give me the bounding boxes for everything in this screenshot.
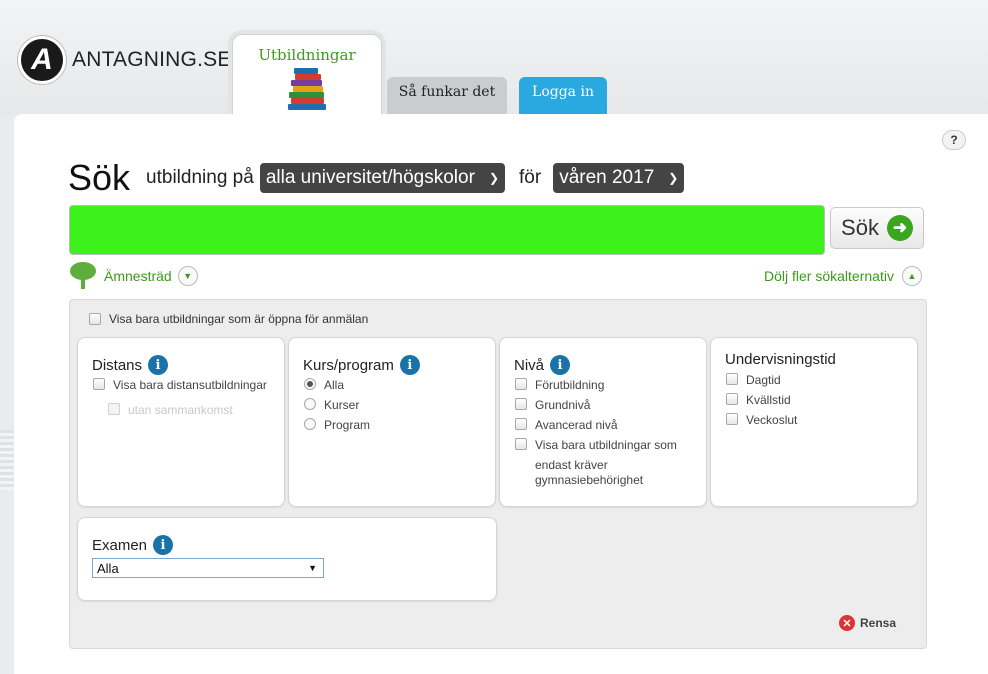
hide-options-label: Dölj fler sökalternativ (764, 268, 894, 284)
hide-options-link[interactable]: Dölj fler sökalternativ ▲ (764, 266, 922, 286)
info-icon[interactable]: i (399, 355, 420, 375)
radio[interactable] (304, 398, 316, 410)
arrow-right-icon: ➜ (886, 215, 913, 241)
subject-tree-link[interactable]: Ämnesträd ▼ (68, 262, 198, 290)
option-forutbildning[interactable]: Förutbildning (515, 378, 604, 393)
examen-select-value: Alla (97, 560, 119, 576)
option-label: Dagtid (746, 373, 781, 387)
card-niva-title-text: Nivå (514, 356, 545, 374)
option-label: Visa bara distansutbildningar (113, 378, 267, 392)
radio-alla[interactable]: Alla (304, 378, 344, 393)
card-examen-title: Examen i (92, 535, 174, 555)
reset-label: Rensa (860, 616, 897, 630)
card-undervisningstid-title: Undervisningstid (725, 351, 836, 368)
option-gymnasiebehorighet[interactable]: Visa bara utbildningar som (515, 438, 677, 453)
subject-tree-label: Ämnesträd (104, 268, 172, 284)
open-only-checkbox[interactable] (89, 313, 101, 325)
option-label: Kurser (324, 398, 360, 412)
radio-program[interactable]: Program (304, 418, 370, 433)
tab-utbildningar-label: Utbildningar (258, 46, 356, 64)
tab-sa-funkar-det[interactable]: Så funkar det (387, 77, 507, 115)
card-distans-title-text: Distans (92, 356, 143, 374)
tree-icon (68, 262, 98, 290)
card-distans: Distans i Visa bara distansutbildningar … (77, 337, 285, 507)
checkbox[interactable] (515, 418, 527, 430)
option-label-line3: gymnasiebehörighet (535, 473, 644, 487)
search-middle-text: för (519, 167, 542, 188)
help-icon[interactable]: ? (942, 130, 966, 150)
books-icon (282, 68, 332, 112)
card-niva: Nivå i Förutbildning Grundnivå Avancerad… (499, 337, 707, 507)
expand-down-icon: ▼ (177, 266, 198, 286)
option-label: Alla (324, 378, 345, 392)
card-kurs-program-title: Kurs/program i (303, 355, 420, 375)
option-label: Förutbildning (535, 378, 605, 392)
term-select[interactable]: våren 2017 ❯ (553, 163, 685, 193)
info-icon[interactable]: i (153, 535, 174, 555)
tab-utbildningar[interactable]: Utbildningar (232, 34, 382, 116)
option-utan-sammankomst: utan sammankomst (108, 403, 233, 418)
checkbox[interactable] (93, 378, 105, 390)
logo-text: ANTAGNING.SE (72, 48, 232, 71)
reset-button[interactable]: ✕ Rensa (839, 615, 896, 631)
search-button[interactable]: Sök ➜ (830, 207, 924, 249)
chevron-down-icon: ❯ (668, 171, 679, 185)
checkbox[interactable] (726, 373, 738, 385)
page-title: Sök (68, 157, 131, 198)
option-avancerad-niva[interactable]: Avancerad nivå (515, 418, 618, 433)
radio-kurser[interactable]: Kurser (304, 398, 359, 413)
radio[interactable] (304, 378, 316, 390)
dropdown-arrow-icon: ▼ (308, 563, 317, 573)
info-icon[interactable]: i (550, 355, 571, 375)
open-only-option[interactable]: Visa bara utbildningar som är öppna för … (89, 312, 368, 326)
search-prefix-text: utbildning på (146, 167, 254, 188)
card-examen-title-text: Examen (92, 536, 148, 554)
checkbox[interactable] (726, 393, 738, 405)
option-grundniva[interactable]: Grundnivå (515, 398, 590, 413)
option-kvallstid[interactable]: Kvällstid (726, 393, 791, 408)
search-heading-row: Sök utbildning på alla universitet/högsk… (68, 157, 685, 198)
logo-badge: A (18, 36, 66, 84)
chevron-down-icon: ❯ (488, 171, 499, 185)
open-only-label: Visa bara utbildningar som är öppna för … (109, 312, 369, 326)
option-label: Grundnivå (535, 398, 591, 412)
school-select[interactable]: alla universitet/högskolor ❯ (259, 163, 505, 193)
collapse-up-icon: ▲ (901, 266, 922, 286)
radio[interactable] (304, 418, 316, 430)
term-select-value: våren 2017 (559, 167, 655, 188)
card-niva-title: Nivå i (514, 355, 571, 375)
checkbox (108, 403, 120, 415)
card-examen: Examen i Alla ▼ (77, 517, 497, 601)
option-label: utan sammankomst (128, 403, 233, 417)
examen-select[interactable]: Alla ▼ (92, 558, 324, 578)
info-icon[interactable]: i (148, 355, 169, 375)
option-label: Kvällstid (746, 393, 791, 407)
school-select-value: alla universitet/högskolor (265, 167, 475, 188)
checkbox[interactable] (515, 398, 527, 410)
option-label: Visa bara utbildningar som (535, 438, 677, 452)
option-label: Program (324, 418, 371, 432)
site-logo[interactable]: A ANTAGNING.SE (18, 36, 232, 84)
close-icon: ✕ (839, 615, 855, 631)
card-kurs-program: Kurs/program i Alla Kurser Program (288, 337, 496, 507)
option-veckoslut[interactable]: Veckoslut (726, 413, 797, 428)
checkbox[interactable] (515, 438, 527, 450)
search-button-label: Sök (841, 215, 879, 240)
option-dagtid[interactable]: Dagtid (726, 373, 781, 388)
card-undervisningstid: Undervisningstid Dagtid Kvällstid Veckos… (710, 337, 918, 507)
card-kurs-program-title-text: Kurs/program (303, 356, 394, 374)
card-distans-title: Distans i (92, 355, 169, 375)
option-label: Veckoslut (746, 413, 798, 427)
checkbox[interactable] (726, 413, 738, 425)
search-input[interactable] (69, 205, 825, 255)
checkbox[interactable] (515, 378, 527, 390)
option-distans[interactable]: Visa bara distansutbildningar (93, 378, 267, 393)
option-label-line2: endast kräver (535, 458, 608, 472)
option-label: Avancerad nivå (535, 418, 618, 432)
tab-logga-in[interactable]: Logga in (519, 77, 607, 115)
